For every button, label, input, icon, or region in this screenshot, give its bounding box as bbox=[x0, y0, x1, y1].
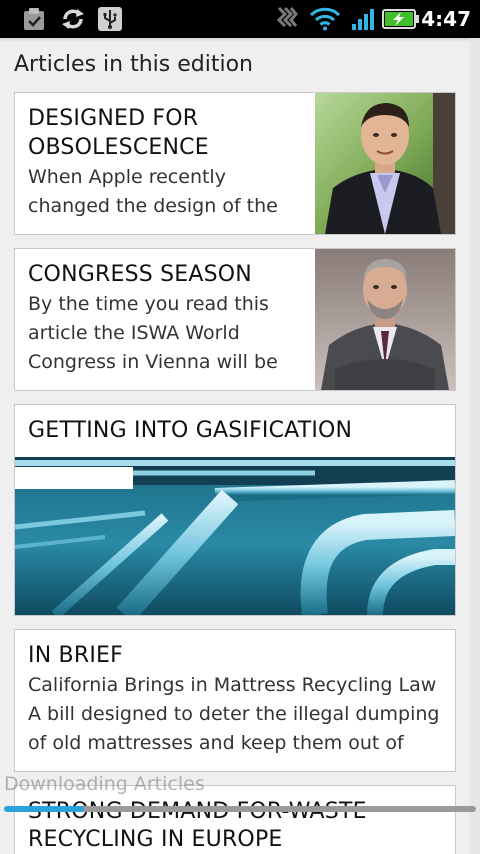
article-summary-line: A bill designed to deter the illegal dum… bbox=[28, 703, 440, 725]
wifi-icon bbox=[308, 0, 342, 38]
download-progress-bar bbox=[4, 806, 476, 812]
clipboard-check-icon bbox=[20, 0, 48, 38]
scrollbar-track[interactable] bbox=[470, 38, 480, 854]
article-title-line: GETTING INTO GASIFICATION bbox=[28, 418, 353, 443]
article-card-strong-demand[interactable]: STRONG DEMAND FOR-WASTE RECYCLING IN EUR… bbox=[14, 785, 456, 854]
article-title-line: OBSOLESCENCE bbox=[28, 135, 209, 160]
battery-charging-icon bbox=[381, 0, 421, 38]
article-summary-line: California Brings in Mattress Recycling … bbox=[28, 674, 437, 696]
article-image-industrial-pipes bbox=[15, 457, 455, 615]
article-summary-line: By the time you read this bbox=[28, 293, 269, 315]
status-bar: 4:47 bbox=[0, 0, 480, 38]
article-summary-line: changed the design of the bbox=[28, 195, 278, 217]
article-card-getting-into-gasification[interactable]: GETTING INTO GASIFICATION bbox=[14, 404, 456, 616]
article-summary-line: article the ISWA World bbox=[28, 322, 240, 344]
download-progress-fill bbox=[4, 806, 85, 812]
article-title-line: IN BRIEF bbox=[28, 643, 123, 668]
cell-signal-icon bbox=[350, 0, 376, 38]
section-title: Articles in this edition bbox=[14, 52, 253, 77]
article-summary-line: When Apple recently bbox=[28, 166, 226, 188]
article-title-line: RECYCLING IN EUROPE bbox=[28, 827, 283, 852]
article-card-designed-for-obsolescence[interactable]: DESIGNED FOR OBSOLESCENCE When Apple rec… bbox=[14, 92, 456, 235]
usb-icon bbox=[96, 0, 124, 38]
signal-strip-icon bbox=[274, 0, 300, 38]
article-thumbnail-bearded-man-portrait bbox=[315, 249, 455, 390]
article-title-line: STRONG DEMAND FOR-WASTE bbox=[28, 798, 367, 826]
article-summary-line: of old mattresses and keep them out of bbox=[28, 732, 404, 754]
sync-icon bbox=[58, 0, 88, 38]
article-title-line: CONGRESS SEASON bbox=[28, 262, 252, 287]
status-time: 4:47 bbox=[421, 7, 471, 31]
article-title-line: DESIGNED FOR bbox=[28, 106, 199, 131]
download-status-text: Downloading Articles bbox=[4, 773, 205, 795]
articles-list[interactable]: Articles in this edition DESIGNED FOR OB… bbox=[0, 38, 480, 854]
article-card-in-brief[interactable]: IN BRIEF California Brings in Mattress R… bbox=[14, 629, 456, 772]
article-summary-line: Congress in Vienna will be bbox=[28, 351, 278, 373]
article-thumbnail-man-portrait bbox=[315, 93, 455, 234]
article-card-congress-season[interactable]: CONGRESS SEASON By the time you read thi… bbox=[14, 248, 456, 391]
